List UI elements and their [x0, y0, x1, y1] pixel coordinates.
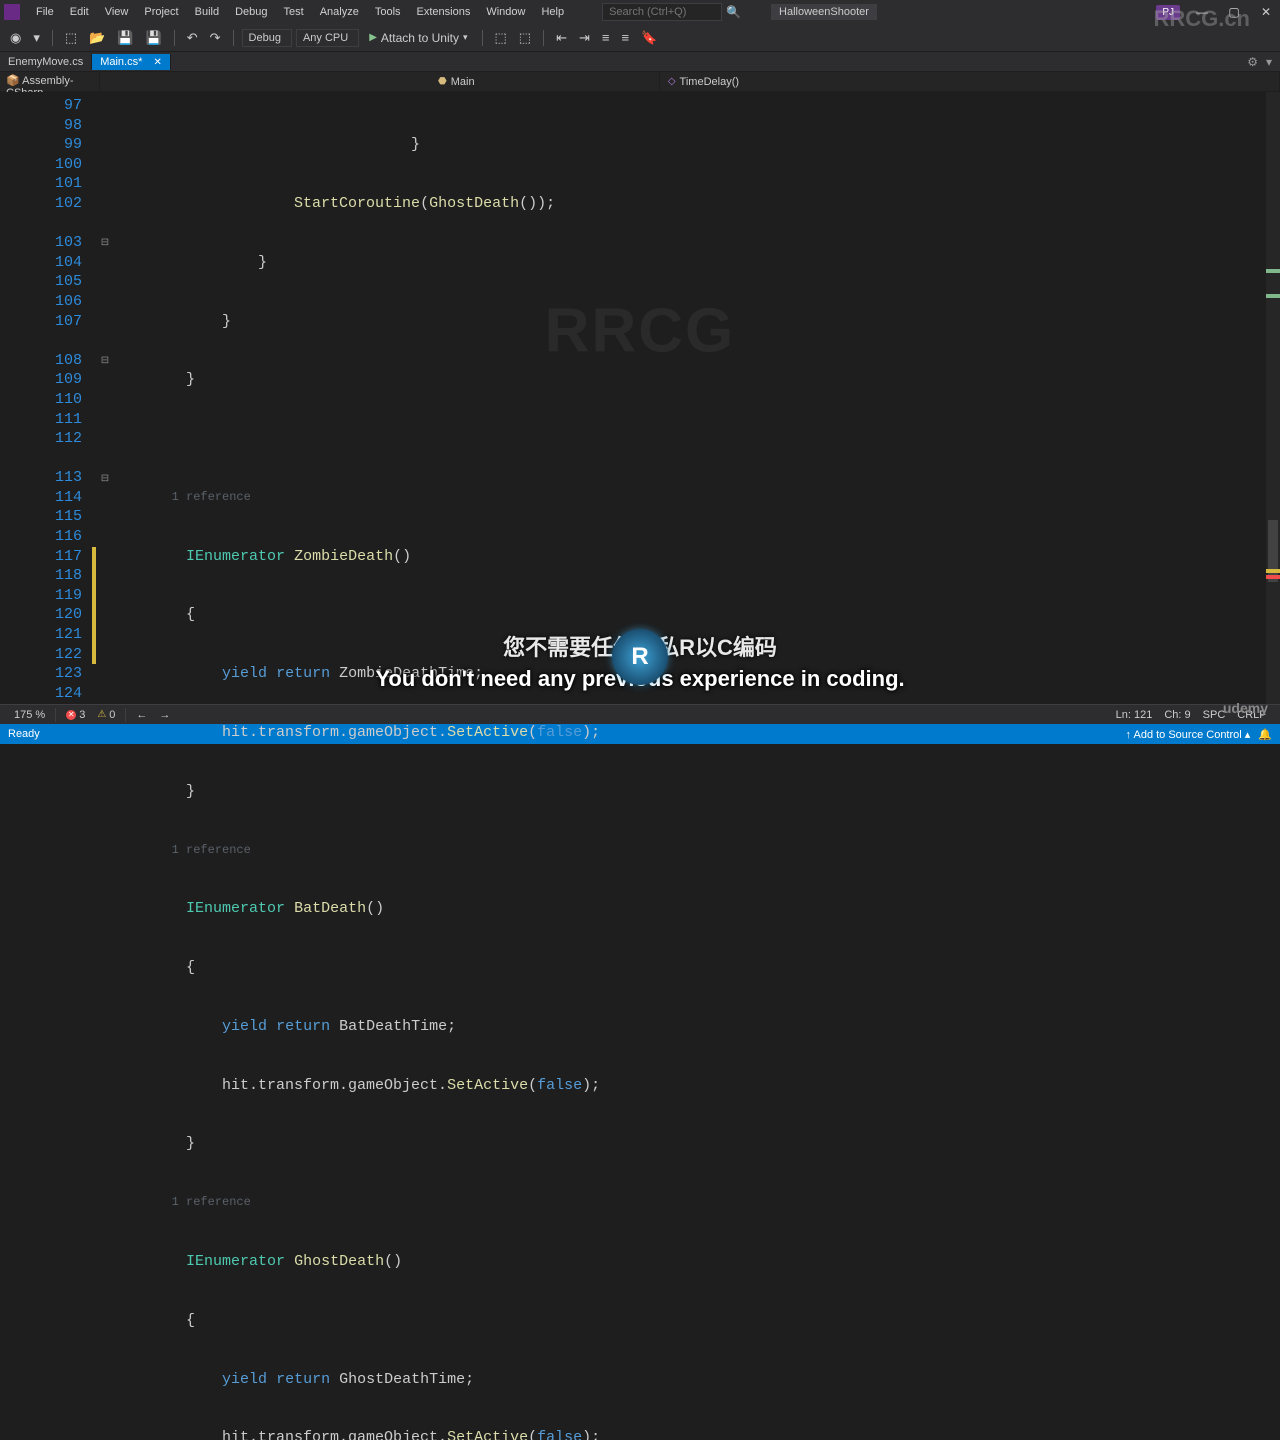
toolbar-icon[interactable]: ⬚ [515, 28, 535, 48]
menu-help[interactable]: Help [533, 2, 572, 22]
open-icon[interactable]: 📂 [85, 28, 109, 48]
new-project-icon[interactable]: ⬚ [61, 28, 81, 48]
chevron-down-icon[interactable]: ▾ [1266, 55, 1272, 69]
line-number-gutter: 97 98 99 100 101 102 103 104 105 106 107… [0, 92, 92, 704]
titlebar: File Edit View Project Build Debug Test … [0, 0, 1280, 24]
search-input[interactable] [602, 3, 722, 21]
menu-edit[interactable]: Edit [62, 2, 97, 22]
class-label: Main [451, 76, 475, 88]
code-editor[interactable]: 97 98 99 100 101 102 103 104 105 106 107… [0, 92, 1280, 704]
menu-view[interactable]: View [97, 2, 137, 22]
minimize-button[interactable]: — [1192, 5, 1212, 19]
redo-icon[interactable]: ↷ [206, 28, 225, 48]
undo-icon[interactable]: ↶ [183, 28, 202, 48]
vs-logo-icon [4, 4, 20, 20]
close-button[interactable]: ✕ [1256, 5, 1276, 19]
user-badge[interactable]: PJ [1156, 5, 1180, 20]
warning-icon: ⚠ [97, 709, 106, 720]
fold-toggle[interactable]: ⊟ [96, 468, 114, 488]
close-icon[interactable]: ✕ [153, 57, 161, 68]
code-content[interactable]: } StartCoroutine(GhostDeath()); } } } 1 … [114, 92, 1280, 704]
solution-name[interactable]: HalloweenShooter [771, 4, 877, 20]
uncomment-icon[interactable]: ≡ [618, 28, 634, 47]
error-icon: ✕ [66, 710, 76, 720]
menubar: File Edit View Project Build Debug Test … [28, 2, 572, 22]
ready-status: Ready [8, 728, 40, 740]
tab-main[interactable]: Main.cs* ✕ [92, 54, 171, 70]
menu-window[interactable]: Window [478, 2, 533, 22]
zoom-level[interactable]: 175 % [8, 709, 51, 721]
vertical-scrollbar[interactable] [1266, 92, 1280, 704]
fold-column: ⊟ ⊟ ⊟ [96, 92, 114, 704]
comment-icon[interactable]: ≡ [598, 28, 614, 47]
member-label: TimeDelay() [680, 76, 740, 88]
save-all-icon[interactable]: 💾 [142, 28, 166, 48]
navigate-back-icon[interactable]: ◉ [6, 28, 25, 48]
class-icon: ⬣ [438, 76, 447, 87]
menu-project[interactable]: Project [136, 2, 186, 22]
play-icon: ▶ [369, 32, 377, 43]
platform-dropdown[interactable]: Any CPU [296, 29, 359, 47]
bookmark-icon[interactable]: 🔖 [637, 28, 661, 48]
member-dropdown[interactable]: ◇ TimeDelay() [660, 72, 1280, 91]
menu-test[interactable]: Test [276, 2, 312, 22]
errors-count[interactable]: ✕ 3 [60, 709, 91, 721]
fold-toggle[interactable]: ⊟ [96, 351, 114, 371]
menu-extensions[interactable]: Extensions [409, 2, 479, 22]
method-icon: ◇ [668, 76, 676, 87]
debug-target-button[interactable]: ▶ Attach to Unity ▾ [363, 29, 473, 47]
config-dropdown[interactable]: Debug [242, 29, 292, 47]
debug-target-label: Attach to Unity [381, 31, 459, 45]
gear-icon[interactable]: ⚙ [1247, 55, 1258, 69]
document-tabs: EnemyMove.cs Main.cs* ✕ ⚙ ▾ [0, 52, 1280, 72]
search-icon[interactable]: 🔍 [726, 5, 741, 19]
menu-file[interactable]: File [28, 2, 62, 22]
fold-toggle[interactable]: ⊟ [96, 233, 114, 253]
menu-build[interactable]: Build [187, 2, 227, 22]
outdent-icon[interactable]: ⇥ [575, 28, 594, 48]
assembly-icon: 📦 [6, 75, 20, 87]
tab-label: Main.cs* [100, 56, 142, 68]
chevron-down-icon: ▾ [463, 32, 468, 43]
assembly-dropdown[interactable]: 📦 Assembly-CSharp [0, 72, 100, 91]
toolbar-icon[interactable]: ⬚ [491, 28, 511, 48]
menu-tools[interactable]: Tools [367, 2, 409, 22]
maximize-button[interactable]: ▢ [1224, 5, 1244, 19]
save-icon[interactable]: 💾 [113, 28, 137, 48]
navigation-bar: 📦 Assembly-CSharp ⬣ Main ◇ TimeDelay() [0, 72, 1280, 92]
indent-icon[interactable]: ⇤ [552, 28, 571, 48]
navigate-forward-icon[interactable]: ▾ [29, 28, 44, 48]
menu-debug[interactable]: Debug [227, 2, 275, 22]
tab-enemymove[interactable]: EnemyMove.cs [0, 54, 92, 70]
menu-analyze[interactable]: Analyze [312, 2, 367, 22]
toolbar: ◉ ▾ ⬚ 📂 💾 💾 ↶ ↷ Debug Any CPU ▶ Attach t… [0, 24, 1280, 52]
class-dropdown[interactable]: ⬣ Main [100, 72, 660, 91]
